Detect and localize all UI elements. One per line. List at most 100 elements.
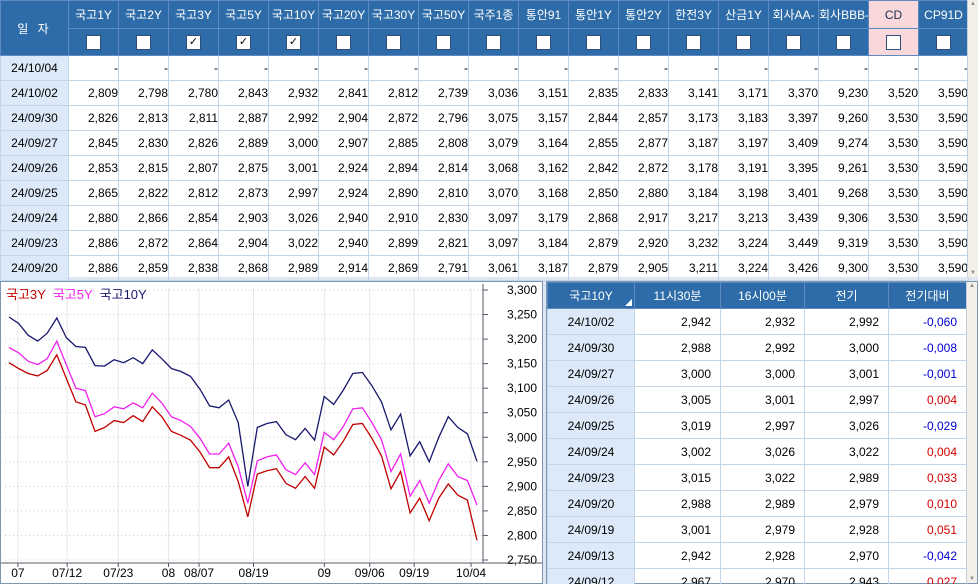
column-checkbox-국고1Y[interactable] xyxy=(86,35,101,50)
table-row: 24/09/242,8802,8662,8542,9033,0262,9402,… xyxy=(1,206,969,231)
column-header-한전3Y[interactable]: 한전3Y xyxy=(669,1,719,29)
value-cell: 2,872 xyxy=(619,156,669,181)
value-cell: 2,910 xyxy=(369,206,419,231)
column-checkbox-한전3Y[interactable] xyxy=(686,35,701,50)
value-cell: 3,173 xyxy=(669,106,719,131)
checkbox-cell xyxy=(69,29,119,56)
column-header-국고10Y[interactable]: 국고10Y xyxy=(269,1,319,29)
right-table-scrollbar[interactable]: ▲ ▼ xyxy=(966,282,977,583)
column-header-국고3Y[interactable]: 국고3Y xyxy=(169,1,219,29)
value-cell: 3,232 xyxy=(669,231,719,256)
scroll-up-icon[interactable]: ▲ xyxy=(968,1,978,7)
value-cell: 2,868 xyxy=(219,256,269,281)
right-column-header-전기[interactable]: 전기 xyxy=(805,283,889,309)
value-cell: - xyxy=(219,56,269,81)
value-cell: 3,001 xyxy=(721,387,805,413)
svg-text:3,100: 3,100 xyxy=(507,381,537,395)
value-cell: 3,000 xyxy=(721,361,805,387)
table-row: 24/09/302,9882,9923,000-0,008 xyxy=(548,335,967,361)
value-cell: 2,808 xyxy=(419,131,469,156)
column-header-통안91[interactable]: 통안91 xyxy=(519,1,569,29)
svg-text:07/23: 07/23 xyxy=(103,566,133,580)
value-cell: 2,970 xyxy=(721,569,805,584)
svg-text:2,750: 2,750 xyxy=(507,553,537,567)
value-cell: - xyxy=(719,56,769,81)
column-header-통안2Y[interactable]: 통안2Y xyxy=(619,1,669,29)
column-header-통안1Y[interactable]: 통안1Y xyxy=(569,1,619,29)
column-header-국고30Y[interactable]: 국고30Y xyxy=(369,1,419,29)
column-header-국고1Y[interactable]: 국고1Y xyxy=(69,1,119,29)
date-cell: 24/09/25 xyxy=(548,413,635,439)
value-cell: 3,426 xyxy=(769,256,819,281)
column-header-회사AA-[interactable]: 회사AA- xyxy=(769,1,819,29)
svg-text:3,200: 3,200 xyxy=(507,332,537,346)
column-checkbox-통안2Y[interactable] xyxy=(636,35,651,50)
svg-text:07/12: 07/12 xyxy=(52,566,82,580)
column-checkbox-회사AA-[interactable] xyxy=(786,35,801,50)
table-row: 24/09/272,8452,8302,8262,8893,0002,9072,… xyxy=(1,131,969,156)
column-checkbox-국고2Y[interactable] xyxy=(136,35,151,50)
column-checkbox-국고20Y[interactable] xyxy=(336,35,351,50)
value-cell: 2,899 xyxy=(369,231,419,256)
value-cell: 2,979 xyxy=(805,491,889,517)
right-column-header-국고10Y[interactable]: 국고10Y xyxy=(548,283,635,309)
value-cell: 3,068 xyxy=(469,156,519,181)
column-header-산금1Y[interactable]: 산금1Y xyxy=(719,1,769,29)
date-cell: 24/10/02 xyxy=(548,309,635,335)
value-cell: 2,807 xyxy=(169,156,219,181)
right-column-header-11시30분[interactable]: 11시30분 xyxy=(635,283,721,309)
value-cell: 3,002 xyxy=(635,439,721,465)
column-checkbox-국고30Y[interactable] xyxy=(386,35,401,50)
value-cell: 2,812 xyxy=(369,81,419,106)
value-cell: 2,914 xyxy=(319,256,369,281)
column-header-CD[interactable]: CD xyxy=(869,1,919,29)
column-header-CP91D[interactable]: CP91D xyxy=(919,1,969,29)
scroll-down-icon[interactable]: ▼ xyxy=(968,270,978,276)
column-checkbox-국고5Y[interactable]: ✓ xyxy=(236,35,251,50)
value-cell: 3,198 xyxy=(719,181,769,206)
daily-yield-table-panel: 일 자국고1Y국고2Y국고3Y국고5Y국고10Y국고20Y국고30Y국고50Y국… xyxy=(0,0,978,277)
column-checkbox-통안1Y[interactable] xyxy=(586,35,601,50)
value-cell: 3,590 xyxy=(919,106,969,131)
right-column-header-전기대비[interactable]: 전기대비 xyxy=(889,283,967,309)
column-checkbox-산금1Y[interactable] xyxy=(736,35,751,50)
column-checkbox-국주1종[interactable] xyxy=(486,35,501,50)
value-cell: 2,967 xyxy=(635,569,721,584)
column-checkbox-국고50Y[interactable] xyxy=(436,35,451,50)
column-header-국고2Y[interactable]: 국고2Y xyxy=(119,1,169,29)
table-row: 24/09/253,0192,9973,026-0,029 xyxy=(548,413,967,439)
column-checkbox-CD[interactable] xyxy=(886,35,901,50)
top-table-scrollbar[interactable]: ▲ ▼ xyxy=(967,0,978,277)
value-cell: 2,928 xyxy=(805,517,889,543)
date-column-header[interactable]: 일 자 xyxy=(1,1,69,56)
value-cell: 2,869 xyxy=(369,256,419,281)
value-cell: 2,814 xyxy=(419,156,469,181)
column-checkbox-국고3Y[interactable]: ✓ xyxy=(186,35,201,50)
column-header-국고20Y[interactable]: 국고20Y xyxy=(319,1,369,29)
svg-text:09/19: 09/19 xyxy=(399,566,429,580)
value-cell: 2,833 xyxy=(619,81,669,106)
value-cell: 2,868 xyxy=(569,206,619,231)
column-header-회사BBB-[interactable]: 회사BBB- xyxy=(819,1,869,29)
value-cell: - xyxy=(269,56,319,81)
table-row: 24/09/202,8862,8592,8382,8682,9892,9142,… xyxy=(1,256,969,281)
column-header-국고50Y[interactable]: 국고50Y xyxy=(419,1,469,29)
value-cell: 3,022 xyxy=(269,231,319,256)
column-checkbox-국고10Y[interactable]: ✓ xyxy=(286,35,301,50)
right-column-header-16시00분[interactable]: 16시00분 xyxy=(721,283,805,309)
value-cell: 2,809 xyxy=(69,81,119,106)
column-header-국주1종[interactable]: 국주1종 xyxy=(469,1,519,29)
column-header-국고5Y[interactable]: 국고5Y xyxy=(219,1,269,29)
column-checkbox-CP91D[interactable] xyxy=(936,35,951,50)
value-cell: 2,872 xyxy=(119,231,169,256)
value-cell: 3,449 xyxy=(769,231,819,256)
value-cell: 2,859 xyxy=(119,256,169,281)
value-cell: 2,853 xyxy=(69,156,119,181)
scroll-down-icon[interactable]: ▼ xyxy=(967,576,977,582)
scroll-up-icon[interactable]: ▲ xyxy=(967,283,977,289)
value-cell: 9,300 xyxy=(819,256,869,281)
column-checkbox-통안91[interactable] xyxy=(536,35,551,50)
column-checkbox-회사BBB-[interactable] xyxy=(836,35,851,50)
value-cell: 3,015 xyxy=(635,465,721,491)
value-cell: 2,924 xyxy=(319,156,369,181)
